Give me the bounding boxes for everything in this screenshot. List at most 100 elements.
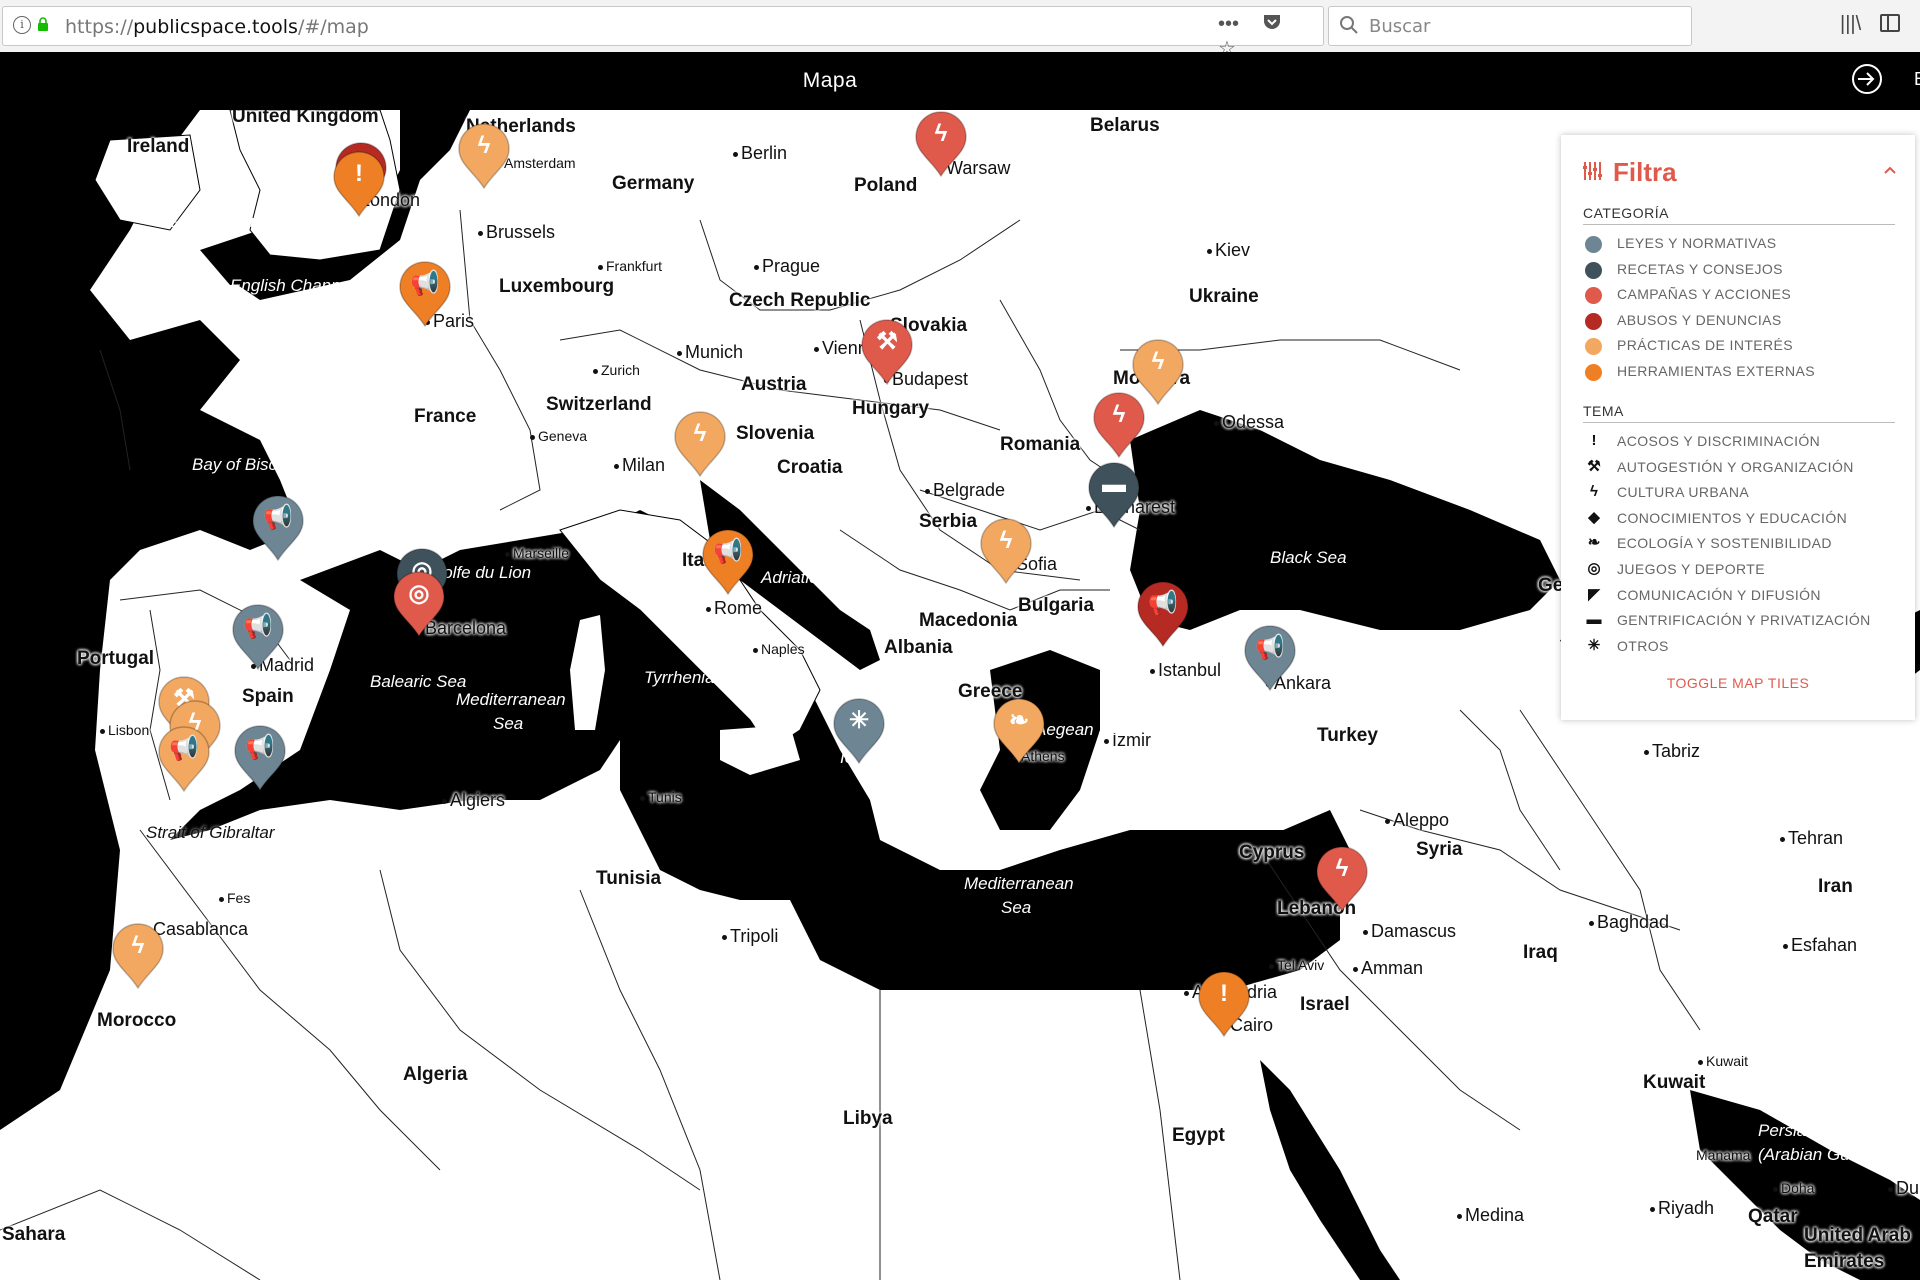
country-label-uae: United Arab Emirates <box>1804 1225 1911 1272</box>
search-icon <box>1340 16 1358 34</box>
tools-icon: ⚒ <box>1587 457 1601 475</box>
cultura-icon: ϟ <box>1112 401 1126 428</box>
lock-icon[interactable] <box>37 17 49 31</box>
city-label-tabriz: Tabriz <box>1644 741 1700 762</box>
lightning-icon: ϟ <box>1590 483 1598 501</box>
asterisk-icon: ✳ <box>1587 636 1601 654</box>
sea-label-strait-of-gibraltar: Strait of Gibraltar <box>146 823 275 842</box>
bucharest-marker[interactable]: ▬ <box>1086 461 1142 529</box>
pocket-icon[interactable] <box>1263 13 1281 36</box>
category-divider <box>1583 224 1895 225</box>
comunicacion-icon: 📢 <box>1148 590 1178 617</box>
country-label-luxembourg: Luxembourg <box>499 276 615 297</box>
sea-label-mediterranean-east-2: Sea <box>1001 898 1032 917</box>
country-label-bulgaria: Bulgaria <box>1018 595 1095 616</box>
budapest-marker[interactable]: ⚒ <box>859 318 915 386</box>
cultura-icon: ϟ <box>1335 855 1349 882</box>
spain-south-marker[interactable]: 📢 <box>232 724 288 792</box>
comunicacion-icon: 📢 <box>243 613 273 640</box>
sea-label-tyrrhenian-sea: Tyrrhenian Sea <box>644 668 759 687</box>
warsaw-marker[interactable]: ϟ <box>913 110 969 178</box>
city-label-brussels: Brussels <box>478 222 555 243</box>
istanbul-marker[interactable]: 📢 <box>1135 580 1191 648</box>
country-label-georgia: Ge <box>1538 575 1564 596</box>
country-label-cyprus: Cyprus <box>1239 842 1305 863</box>
app-header: Mapa E <box>0 52 1920 110</box>
search-bar[interactable]: Buscar <box>1328 6 1692 46</box>
category-color-dot <box>1585 363 1602 381</box>
country-label-hungary: Hungary <box>852 398 930 419</box>
amsterdam-marker[interactable]: ϟ <box>456 122 512 190</box>
ecologia-icon: ❧ <box>1008 707 1030 734</box>
login-icon[interactable] <box>1850 62 1884 96</box>
url-bar[interactable]: i https://publicspace.tools/#/map ••• ☆ <box>2 6 1324 60</box>
country-label-romania: Romania <box>1000 434 1081 455</box>
lisbon-marker-3[interactable]: 📢 <box>156 725 212 793</box>
ankara-marker[interactable]: 📢 <box>1242 624 1298 692</box>
london-herramientas-marker[interactable]: ! <box>331 150 387 218</box>
sea-label-black-sea: Black Sea <box>1270 548 1347 567</box>
theme-filter-label: CULTURA URBANA <box>1617 484 1750 501</box>
theme-filter-label: ECOLOGÍA Y SOSTENIBILIDAD <box>1617 535 1832 552</box>
more-actions-icon[interactable]: ••• <box>1218 13 1239 36</box>
country-label-poland: Poland <box>854 175 918 196</box>
sofia-marker[interactable]: ϟ <box>978 517 1034 585</box>
category-filter-label: PRÁCTICAS DE INTERÉS <box>1617 337 1794 353</box>
barcelona-marker[interactable]: ◎ <box>391 570 447 638</box>
info-icon[interactable]: i <box>13 16 31 34</box>
briefcase-icon: ▬ <box>1586 611 1602 629</box>
filter-title: Filtra <box>1613 157 1677 187</box>
slovenia-marker[interactable]: ϟ <box>672 410 728 478</box>
bay-of-biscay-marker[interactable]: 📢 <box>250 494 306 562</box>
url-text[interactable]: https://publicspace.tools/#/map <box>65 16 369 38</box>
country-label-iraq: Iraq <box>1523 942 1558 963</box>
city-label-baghdad: Baghdad <box>1589 912 1669 933</box>
country-label-qatar: Qatar <box>1748 1206 1798 1227</box>
italy-marker[interactable]: 📢 <box>700 528 756 596</box>
sea-label-mediterranean-west: Mediterranean <box>456 690 566 709</box>
city-label-munich: Munich <box>677 342 743 363</box>
city-label-berlin: Berlin <box>733 143 787 164</box>
romania-marker[interactable]: ϟ <box>1091 391 1147 459</box>
country-label-portugal: Portugal <box>77 648 155 669</box>
library-icon[interactable]: |||\ <box>1840 13 1861 36</box>
theme-filter-label: GENTRIFICACIÓN Y PRIVATIZACIÓN <box>1617 612 1871 629</box>
city-label-lisbon: Lisbon <box>100 722 149 738</box>
country-label-tunisia: Tunisia <box>596 868 662 889</box>
city-label-marseille: Marseille <box>505 545 569 561</box>
country-label-sahara: Sahara <box>2 1224 66 1245</box>
chevron-up-icon[interactable] <box>1883 163 1897 177</box>
madrid-marker[interactable]: 📢 <box>230 603 286 671</box>
theme-filter-label: COMUNICACIÓN Y DIFUSIÓN <box>1617 586 1821 603</box>
cairo-marker[interactable]: ! <box>1196 970 1252 1038</box>
cultura-icon: ϟ <box>999 527 1013 554</box>
city-label-doha: Doha <box>1773 1180 1814 1196</box>
page-title: Mapa <box>802 69 858 92</box>
city-label-frankfurt: Frankfurt <box>598 258 662 274</box>
city-label-geneva: Geneva <box>530 428 587 444</box>
city-label-milan: Milan <box>614 455 665 476</box>
lebanon-marker[interactable]: ϟ <box>1314 845 1370 913</box>
city-label-kuwait-city: Kuwait <box>1698 1053 1748 1069</box>
paris-marker[interactable]: 📢 <box>397 260 453 328</box>
cultura-icon: ϟ <box>131 932 145 959</box>
country-label-kuwait: Kuwait <box>1643 1072 1706 1093</box>
toggle-map-tiles-button[interactable]: TOGGLE MAP TILES <box>1561 675 1915 691</box>
sea-label-persian-gulf: Persian Gulf <box>1758 1121 1852 1140</box>
casablanca-marker[interactable]: ϟ <box>110 922 166 990</box>
country-label-spain: Spain <box>242 686 294 707</box>
ionian-sea-marker[interactable]: ✳ <box>831 697 887 765</box>
filter-panel: Filtra CATEGORÍA LEYES Y NORMATIVAS RECET… <box>1561 135 1915 720</box>
country-label-germany: Germany <box>612 173 695 194</box>
city-label-odessa: Odessa <box>1214 412 1284 433</box>
exclamation-icon: ! <box>1591 432 1597 449</box>
athens-marker[interactable]: ❧ <box>991 697 1047 765</box>
sea-label-adriatic-sea: Adriatic Sea <box>761 568 853 587</box>
country-label-ukraine: Ukraine <box>1189 286 1259 307</box>
comunicacion-icon: 📢 <box>169 735 199 762</box>
sea-label-balearic-sea: Balearic Sea <box>370 672 467 691</box>
comunicacion-icon: 📢 <box>713 538 743 565</box>
otros-icon: ✳ <box>848 707 870 734</box>
sidebar-toggle-icon[interactable] <box>1880 14 1900 32</box>
filter-icon <box>1583 162 1602 180</box>
